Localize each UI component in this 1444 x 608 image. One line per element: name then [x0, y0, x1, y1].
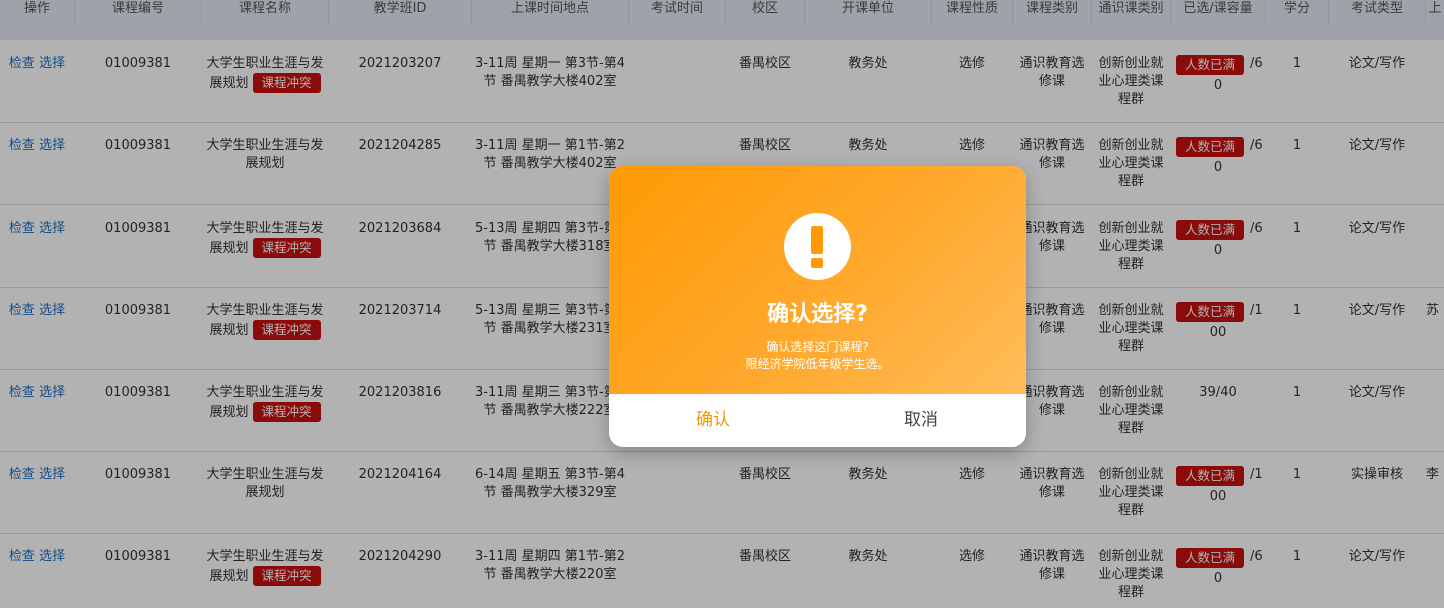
exclamation-bar	[811, 226, 823, 254]
cancel-button[interactable]: 取消	[817, 394, 1025, 447]
dialog-title: 确认选择?	[767, 302, 868, 327]
confirm-dialog: 确认选择? 确认选择这门课程? 限经济学院低年级学生选。 确认 取消	[609, 166, 1026, 447]
dialog-message-line1: 确认选择这门课程?	[766, 340, 869, 354]
dialog-message: 确认选择这门课程? 限经济学院低年级学生选。	[609, 339, 1026, 373]
dialog-header: 确认选择? 确认选择这门课程? 限经济学院低年级学生选。	[609, 166, 1026, 394]
exclamation-dot	[811, 258, 823, 268]
dialog-message-line2: 限经济学院低年级学生选。	[745, 357, 890, 371]
exclamation-icon	[784, 213, 851, 280]
confirm-button[interactable]: 确认	[609, 394, 817, 447]
